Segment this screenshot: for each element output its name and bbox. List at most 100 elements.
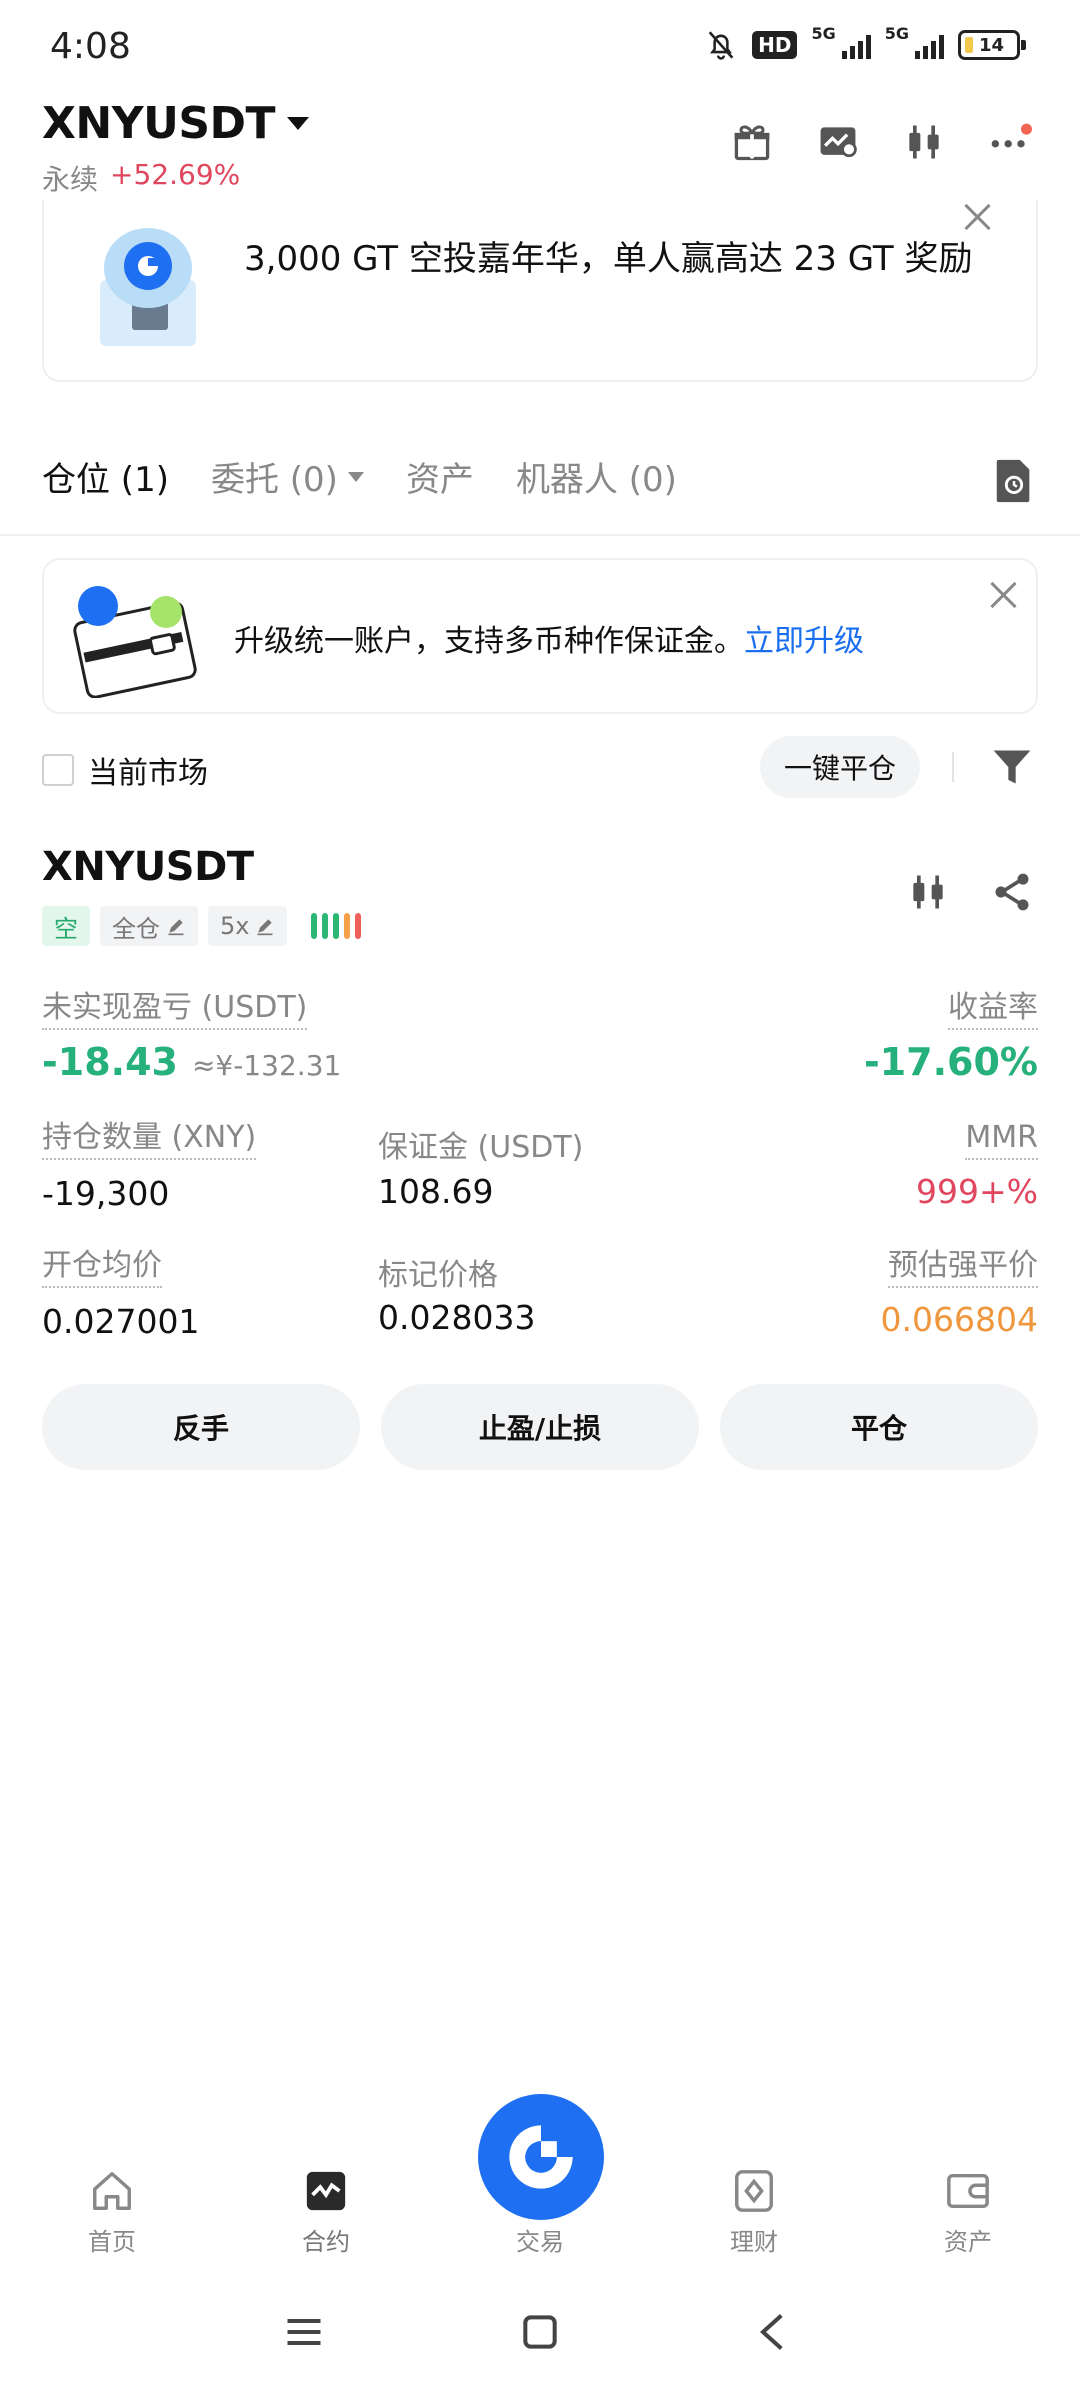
- wallet-icon: [947, 2173, 989, 2209]
- edit-icon: [168, 919, 184, 936]
- current-market-checkbox[interactable]: [42, 754, 74, 786]
- tab-label: 委托 (0): [210, 460, 338, 500]
- nav-label: 资产: [944, 2228, 992, 2256]
- close-upgrade-icon[interactable]: [988, 580, 1018, 610]
- roe-label[interactable]: 收益率: [948, 990, 1038, 1030]
- margin-mode-label: 全仓: [112, 914, 160, 943]
- candlestick-icon[interactable]: [900, 118, 948, 166]
- gift-icon[interactable]: [728, 118, 776, 166]
- wallet-illustration: [73, 586, 197, 698]
- unrealized-pnl-value: -18.43: [42, 1040, 178, 1084]
- network-label-1: 5G: [811, 23, 836, 43]
- qty-label[interactable]: 持仓数量 (XNY): [42, 1120, 257, 1160]
- qty-value: -19,300: [42, 1174, 170, 1213]
- unrealized-pnl: -18.43 ≈¥-132.31: [42, 1040, 341, 1084]
- side-tag: 空: [42, 906, 90, 946]
- hd-badge: HD: [752, 31, 798, 59]
- tab-bots[interactable]: 机器人 (0): [516, 452, 677, 501]
- mmr-value: 999+%: [916, 1172, 1038, 1211]
- pair-selector[interactable]: XNYUSDT: [42, 98, 310, 149]
- position-tags: 空 全仓 5x: [42, 906, 362, 946]
- caret-down-icon: [287, 117, 310, 130]
- battery-icon: 14: [958, 30, 1026, 60]
- nav-futures[interactable]: 合约: [266, 2168, 386, 2257]
- header-actions: [728, 118, 1034, 166]
- risk-level-indicator: [311, 913, 362, 939]
- nav-assets[interactable]: 资产: [908, 2168, 1028, 2257]
- gift-box-illustration: [100, 228, 196, 346]
- nav-earn[interactable]: 理财: [694, 2168, 814, 2257]
- candlestick-icon[interactable]: [906, 870, 950, 914]
- vertical-divider: [952, 752, 954, 782]
- nav-trade[interactable]: 交易: [480, 2222, 600, 2257]
- battery-level: 14: [979, 34, 1005, 56]
- leverage-tag[interactable]: 5x: [208, 906, 288, 946]
- tpsl-button[interactable]: 止盈/止损: [381, 1384, 699, 1470]
- nav-label: 首页: [88, 2228, 136, 2256]
- network-label-2: 5G: [884, 23, 909, 43]
- liq-price-value: 0.066804: [880, 1300, 1038, 1339]
- margin-label: 保证金 (USDT): [378, 1130, 584, 1165]
- menu-icon[interactable]: [282, 2310, 326, 2354]
- roe-value: -17.60%: [863, 1040, 1038, 1084]
- home-square-icon[interactable]: [518, 2310, 562, 2354]
- position-actions: [906, 870, 1034, 914]
- status-time: 4:08: [50, 26, 131, 67]
- trade-fab-button[interactable]: [478, 2094, 604, 2220]
- leverage-label: 5x: [220, 912, 250, 940]
- close-position-button[interactable]: 平仓: [720, 1384, 1038, 1470]
- margin-mode-tag[interactable]: 全仓: [100, 906, 198, 946]
- nav-label: 交易: [516, 2228, 564, 2256]
- current-market-label: 当前市场: [88, 756, 208, 791]
- price-change: +52.69%: [110, 158, 241, 191]
- trade-logo-icon: [509, 2125, 573, 2189]
- bell-muted-icon: [708, 31, 734, 60]
- position-symbol[interactable]: XNYUSDT: [42, 844, 254, 890]
- close-all-button[interactable]: 一键平仓: [760, 736, 920, 798]
- entry-price-value: 0.027001: [42, 1302, 200, 1341]
- tab-label: 资产: [405, 460, 474, 500]
- filter-icon[interactable]: [990, 744, 1034, 790]
- signal-icon: [841, 31, 871, 59]
- tab-positions[interactable]: 仓位 (1): [42, 452, 169, 501]
- close-promo-icon[interactable]: [962, 202, 992, 232]
- tabs-divider: [0, 534, 1080, 536]
- unrealized-pnl-label[interactable]: 未实现盈亏 (USDT): [42, 990, 308, 1030]
- chart-settings-icon[interactable]: [814, 118, 862, 166]
- history-doc-icon[interactable]: [994, 458, 1034, 504]
- share-icon[interactable]: [990, 870, 1034, 914]
- more-icon[interactable]: [986, 118, 1034, 166]
- home-icon: [93, 2172, 131, 2210]
- mmr-label[interactable]: MMR: [965, 1120, 1038, 1160]
- entry-price-label[interactable]: 开仓均价: [42, 1248, 162, 1288]
- market-type: 永续: [42, 163, 99, 196]
- liq-price-label[interactable]: 预估强平价: [888, 1248, 1038, 1288]
- tab-label: 机器人 (0): [515, 460, 677, 500]
- nav-label: 合约: [302, 2228, 350, 2256]
- upgrade-banner[interactable]: 升级统一账户，支持多币种作保证金。立即升级: [42, 558, 1038, 714]
- pair-title: XNYUSDT: [42, 98, 276, 149]
- tab-assets[interactable]: 资产: [406, 452, 474, 501]
- pair-subtitle: 永续 +52.69%: [42, 158, 240, 198]
- earn-icon: [735, 2170, 773, 2212]
- upgrade-link[interactable]: 立即升级: [744, 624, 864, 659]
- reverse-button[interactable]: 反手: [42, 1384, 360, 1470]
- signal-icon: [915, 31, 944, 59]
- mark-price-label: 标记价格: [378, 1258, 498, 1293]
- upgrade-message: 升级统一账户，支持多币种作保证金。: [234, 624, 744, 659]
- edit-icon: [257, 919, 273, 936]
- back-icon[interactable]: [752, 2310, 796, 2354]
- nav-home[interactable]: 首页: [52, 2168, 172, 2257]
- margin-value: 108.69: [378, 1172, 494, 1211]
- promo-text: 3,000 GT 空投嘉年华，单人赢高达 23 GT 奖励: [244, 239, 973, 279]
- unrealized-pnl-cny: ≈¥-132.31: [191, 1049, 342, 1082]
- mark-price-value: 0.028033: [378, 1298, 536, 1337]
- position-tabs: 仓位 (1) 委托 (0) 资产 机器人 (0): [42, 452, 677, 501]
- promo-banner[interactable]: 3,000 GT 空投嘉年华，单人赢高达 23 GT 奖励: [42, 200, 1038, 382]
- current-market-filter[interactable]: 当前市场: [42, 748, 208, 792]
- nav-label: 理财: [730, 2228, 778, 2256]
- tab-orders[interactable]: 委托 (0): [211, 452, 364, 501]
- upgrade-text: 升级统一账户，支持多币种作保证金。立即升级: [234, 616, 864, 660]
- status-icons: HD 5G 5G 14: [704, 24, 1026, 62]
- tab-label: 仓位 (1): [42, 460, 169, 500]
